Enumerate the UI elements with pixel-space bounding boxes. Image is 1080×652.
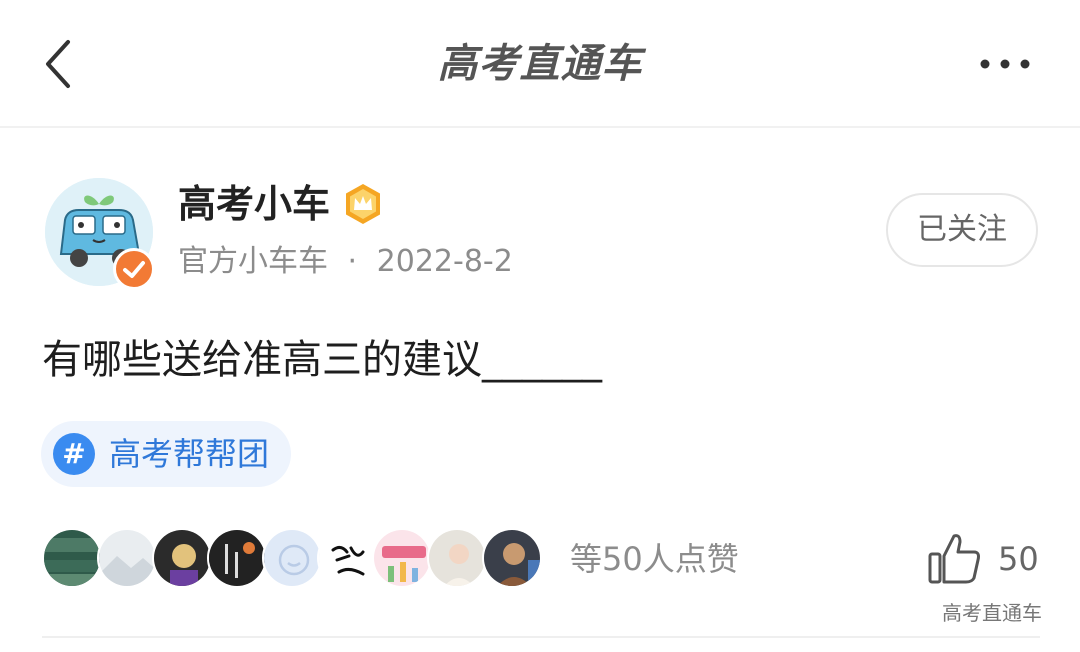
more-horizontal-icon bbox=[980, 59, 1030, 69]
liker-avatar bbox=[97, 528, 157, 588]
like-count: 50 bbox=[998, 540, 1039, 578]
liker-avatar bbox=[317, 528, 377, 588]
likes-summary[interactable]: 等50人点赞 bbox=[570, 536, 739, 582]
author-subtitle: 官方小车车 bbox=[178, 244, 328, 279]
author-meta: 官方小车车 · 2022-8-2 bbox=[178, 240, 513, 284]
liker-avatar bbox=[427, 528, 487, 588]
post-detail-page: 高考直通车 高考小车 官方小车车 · 2022-8-2 已关注 有哪些送给准高三… bbox=[0, 0, 1080, 652]
liker-avatars[interactable] bbox=[42, 528, 552, 590]
liker-avatar bbox=[372, 528, 432, 588]
hashtag-icon: # bbox=[53, 433, 95, 475]
more-options-button[interactable] bbox=[975, 48, 1035, 80]
verified-check-icon bbox=[113, 248, 155, 290]
topic-label: 高考帮帮团 bbox=[109, 435, 270, 473]
post-date: 2022-8-2 bbox=[376, 244, 513, 279]
divider bbox=[42, 636, 1040, 638]
page-title: 高考直通车 bbox=[437, 41, 643, 87]
crown-badge-icon bbox=[343, 183, 383, 225]
watermark: 高考直通车 bbox=[942, 601, 1042, 625]
post-title: 有哪些送给准高三的建议______ bbox=[42, 337, 602, 383]
author-avatar[interactable] bbox=[45, 178, 157, 290]
liker-avatar bbox=[42, 528, 102, 588]
liker-avatar bbox=[482, 528, 542, 588]
author-name[interactable]: 高考小车 bbox=[178, 178, 330, 230]
topic-tag[interactable]: # 高考帮帮团 bbox=[41, 421, 292, 487]
liker-avatar bbox=[152, 528, 212, 588]
meta-separator: · bbox=[347, 244, 358, 279]
liker-avatar bbox=[262, 528, 322, 588]
follow-button[interactable]: 已关注 bbox=[886, 193, 1038, 267]
liker-avatar bbox=[207, 528, 267, 588]
top-nav-bar: 高考直通车 bbox=[0, 0, 1080, 128]
thumbs-up-icon[interactable] bbox=[926, 530, 982, 586]
